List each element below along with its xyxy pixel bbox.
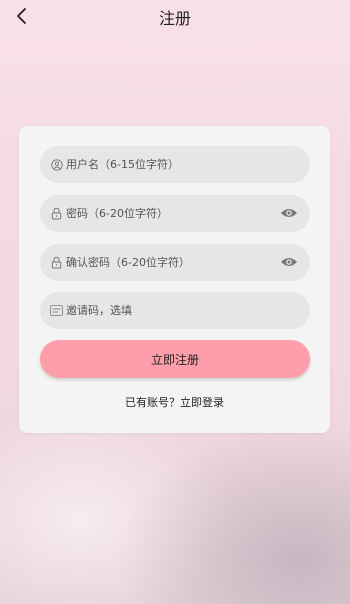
top-bar: 注册 [0,0,350,32]
lock-icon [50,207,63,220]
username-field[interactable] [40,146,310,183]
username-input[interactable] [66,158,266,171]
abc-icon [50,304,63,317]
register-button[interactable]: 立即注册 [40,340,310,378]
invite-code-input[interactable] [66,304,266,317]
page-title: 注册 [158,9,191,28]
login-link[interactable]: 已有账号？立即登录 [19,394,330,410]
lock-icon [50,256,63,269]
confirm-password-field[interactable] [40,244,310,281]
eye-icon[interactable] [280,206,298,220]
user-icon [50,158,63,171]
invite-code-field[interactable] [40,292,310,329]
confirm-password-input[interactable] [66,256,266,269]
password-input[interactable] [66,207,266,220]
register-card: 立即注册 已有账号？立即登录 [19,126,330,433]
eye-icon[interactable] [280,255,298,269]
password-field[interactable] [40,195,310,232]
